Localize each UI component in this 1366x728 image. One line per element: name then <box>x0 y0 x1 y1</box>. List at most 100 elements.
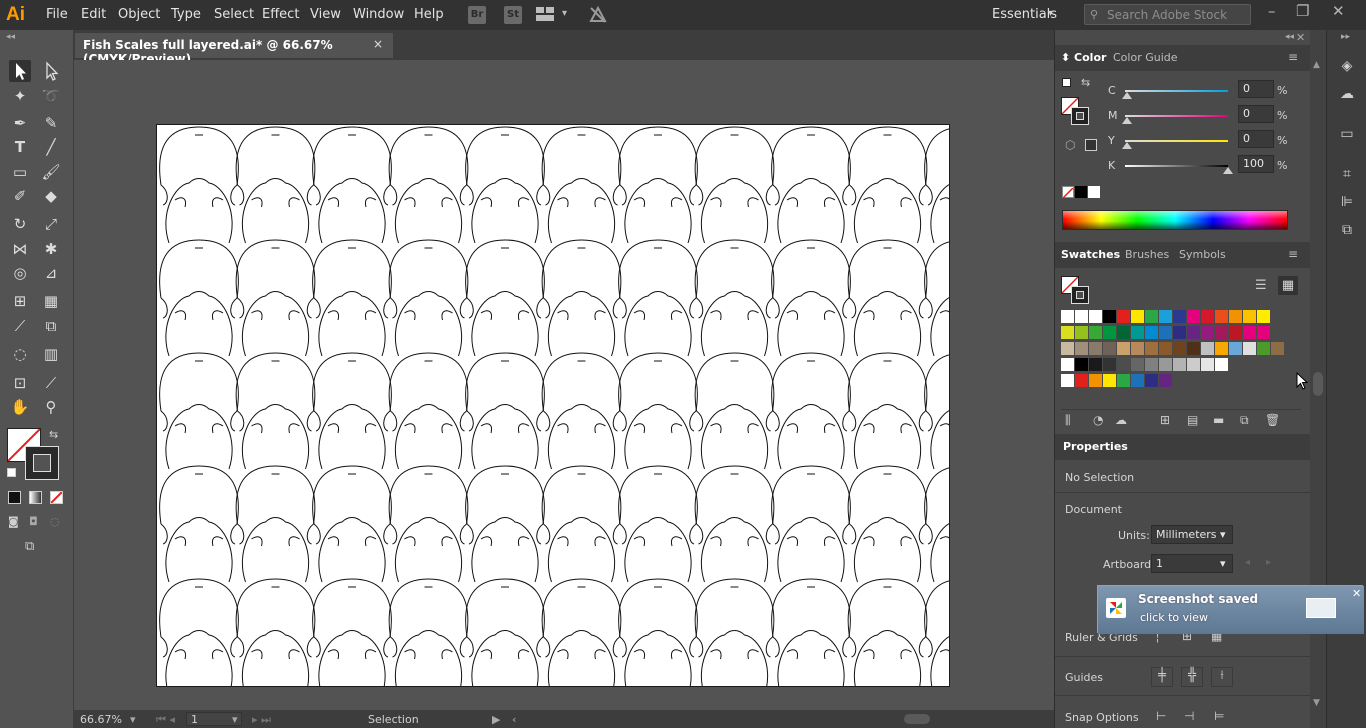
fish-scale-shape[interactable] <box>924 127 950 244</box>
fish-scale-shape[interactable] <box>465 465 545 583</box>
fish-scale-shape[interactable] <box>618 578 698 687</box>
snap-to-pixel-icon[interactable]: ⊨ <box>1214 709 1224 723</box>
restore-icon[interactable]: ❐ <box>1296 2 1309 20</box>
color-swatch[interactable] <box>1103 310 1116 323</box>
close-window-icon[interactable]: ✕ <box>1332 2 1345 20</box>
puppet-warp-tool-icon[interactable]: ✱ <box>40 238 62 260</box>
color-swatch[interactable] <box>1173 326 1186 339</box>
column-graph-tool-icon[interactable]: ▥ <box>40 343 62 365</box>
arrange-documents-icon[interactable] <box>536 7 554 21</box>
color-swatch[interactable] <box>1061 342 1074 355</box>
chevron-down-icon[interactable]: ▾ <box>130 713 136 726</box>
color-swatch[interactable] <box>1201 310 1214 323</box>
mesh-tool-icon[interactable]: ⊞ <box>9 290 31 312</box>
type-tool-icon[interactable]: T <box>9 136 31 158</box>
black-slider[interactable] <box>1125 165 1228 167</box>
shaper-tool-icon[interactable]: ✐ <box>9 185 31 207</box>
fish-scale-shape[interactable] <box>694 465 775 583</box>
grid-view-icon[interactable]: ▦ <box>1278 276 1298 295</box>
menu-edit[interactable]: Edit <box>81 7 106 22</box>
fish-scale-shape[interactable] <box>771 239 851 357</box>
color-swatch[interactable] <box>1145 374 1158 387</box>
fish-scale-shape[interactable] <box>312 578 392 687</box>
fish-scale-shape[interactable] <box>847 465 928 583</box>
color-swatch[interactable] <box>1103 374 1116 387</box>
next-artboard-icon[interactable]: ▸ <box>1266 557 1271 568</box>
magenta-slider[interactable] <box>1125 115 1228 117</box>
bridge-icon[interactable]: Br <box>468 6 486 24</box>
draw-behind-icon[interactable]: ◘ <box>29 515 38 528</box>
draw-normal-icon[interactable]: ◙ <box>8 515 19 528</box>
snap-to-point-icon[interactable]: ⊢ <box>1156 709 1166 723</box>
eyedropper-tool-icon[interactable]: ⟋ <box>9 315 31 337</box>
gradient-mode-icon[interactable] <box>29 491 42 504</box>
color-swatch[interactable] <box>1117 326 1130 339</box>
align-icon[interactable]: ⊫ <box>1337 192 1357 212</box>
line-segment-tool-icon[interactable]: ╱ <box>40 136 62 158</box>
search-adobe-stock-input[interactable]: ⚲ Search Adobe Stock <box>1084 4 1251 25</box>
fish-scale-shape[interactable] <box>618 126 698 244</box>
fish-scale-shape[interactable] <box>388 578 469 687</box>
curvature-tool-icon[interactable]: ✎ <box>40 112 62 134</box>
color-spectrum[interactable] <box>1062 210 1288 230</box>
fish-scale-shape[interactable] <box>694 578 775 687</box>
zoom-tool-icon[interactable]: ⚲ <box>40 396 62 418</box>
fish-scale-shape[interactable] <box>312 126 392 244</box>
selection-tool-icon[interactable] <box>9 60 31 82</box>
color-swatch[interactable] <box>1159 310 1172 323</box>
swatch-options-icon[interactable]: ⊞ <box>1160 413 1170 427</box>
fish-scale-shape[interactable] <box>771 578 851 687</box>
scroll-up-icon[interactable]: ▲ <box>1313 60 1320 70</box>
horizontal-scroll-thumb[interactable] <box>904 714 930 724</box>
swatch-libraries-icon[interactable]: ⫼ <box>1065 413 1071 428</box>
color-swatch[interactable] <box>1187 326 1200 339</box>
color-swatch[interactable] <box>1173 358 1186 371</box>
menu-help[interactable]: Help <box>414 7 444 22</box>
show-swatch-kinds-icon[interactable]: ◔ <box>1093 413 1103 427</box>
show-guides-icon[interactable]: ╪ <box>1151 667 1173 687</box>
fish-scale-shape[interactable] <box>312 239 392 357</box>
fish-scale-shape[interactable] <box>771 126 851 244</box>
rotate-tool-icon[interactable]: ↻ <box>9 213 31 235</box>
color-swatch[interactable] <box>1257 326 1270 339</box>
color-swatch[interactable] <box>1131 374 1144 387</box>
color-swatch[interactable] <box>1089 358 1102 371</box>
units-dropdown[interactable]: Millimeters ▾ <box>1151 525 1233 544</box>
color-swatch[interactable] <box>1201 342 1214 355</box>
swap-fill-stroke-icon[interactable]: ⇆ <box>49 428 58 441</box>
color-swatch[interactable] <box>1131 342 1144 355</box>
shape-builder-tool-icon[interactable]: ◎ <box>9 262 31 284</box>
prev-artboard-icon[interactable]: ◂ <box>1245 557 1250 568</box>
menu-select[interactable]: Select <box>214 7 254 22</box>
fish-scale-shape[interactable] <box>235 578 316 687</box>
fish-scale-shape[interactable] <box>618 465 698 583</box>
cc-libraries-icon[interactable]: ☁ <box>1115 413 1127 427</box>
menu-object[interactable]: Object <box>118 7 160 22</box>
fish-scale-shape[interactable] <box>541 239 622 357</box>
paintbrush-tool-icon[interactable]: 🖌 <box>40 161 62 183</box>
color-swatch[interactable] <box>1075 326 1088 339</box>
black-swatch[interactable] <box>1075 186 1087 198</box>
snap-to-grid-icon[interactable]: ⊣ <box>1184 709 1194 723</box>
fish-scale-shape[interactable] <box>312 352 392 470</box>
color-swatch[interactable] <box>1215 358 1228 371</box>
hand-tool-icon[interactable]: ✋ <box>9 396 31 418</box>
pen-tool-icon[interactable]: ✒ <box>9 112 31 134</box>
default-colors-icon[interactable] <box>1062 78 1071 87</box>
document-tab[interactable]: Fish Scales full layered.ai* @ 66.67% (C… <box>75 33 393 66</box>
blend-tool-icon[interactable]: ⧉ <box>40 315 62 337</box>
new-swatch-icon[interactable]: ⧉ <box>1240 413 1249 428</box>
new-folder-icon[interactable]: ▬ <box>1213 413 1224 427</box>
color-swatch[interactable] <box>1117 342 1130 355</box>
color-swatch[interactable] <box>1215 310 1228 323</box>
menu-view[interactable]: View <box>310 7 341 22</box>
color-swatch[interactable] <box>1089 374 1102 387</box>
fish-scale-shape[interactable] <box>159 126 239 244</box>
fish-scale-shape[interactable] <box>465 352 545 470</box>
menu-type[interactable]: Type <box>171 7 201 22</box>
fish-scale-shape[interactable] <box>924 353 950 470</box>
fish-scale-shape[interactable] <box>924 466 950 583</box>
color-swatch[interactable] <box>1145 326 1158 339</box>
color-swatch[interactable] <box>1061 374 1074 387</box>
scale-tool-icon[interactable]: ⤢ <box>40 213 62 235</box>
